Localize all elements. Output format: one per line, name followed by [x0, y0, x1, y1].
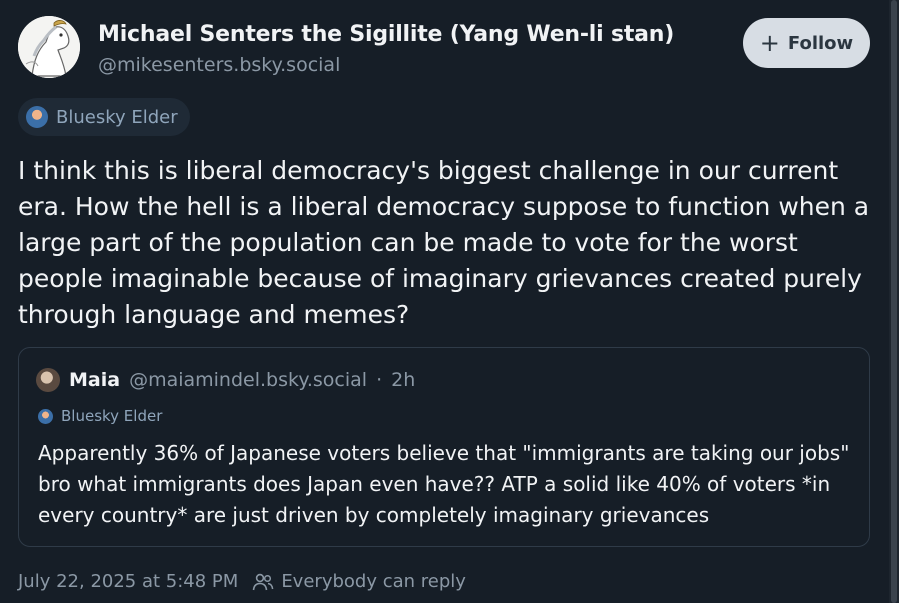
quoted-post-text: Apparently 36% of Japanese voters believ…	[38, 441, 850, 527]
quoted-post-separator: ·	[376, 369, 383, 391]
scrollbar-thumb[interactable]	[891, 0, 897, 603]
author-badge[interactable]: Bluesky Elder	[18, 98, 190, 136]
post-footer: July 22, 2025 at 5:48 PM Everybody can r…	[18, 571, 466, 592]
author-badge-label: Bluesky Elder	[56, 106, 178, 128]
quoted-author-handle[interactable]: @maiamindel.bsky.social	[129, 369, 367, 391]
plus-icon: +	[759, 29, 780, 57]
author-handle[interactable]: @mikesenters.bsky.social	[98, 54, 340, 76]
author-avatar[interactable]	[18, 16, 80, 78]
post-text: I think this is liberal democracy's bigg…	[18, 156, 870, 329]
quoted-author-badge-label: Bluesky Elder	[61, 407, 163, 425]
reply-setting[interactable]: Everybody can reply	[252, 571, 466, 592]
author-display-name[interactable]: Michael Senters the Sigillite (Yang Wen-…	[98, 22, 674, 47]
follow-button[interactable]: + Follow	[743, 18, 870, 68]
reply-setting-label: Everybody can reply	[281, 571, 466, 592]
elder-badge-icon	[38, 408, 53, 424]
post-timestamp[interactable]: July 22, 2025 at 5:48 PM	[18, 571, 238, 592]
quoted-author-badge[interactable]: Bluesky Elder	[38, 407, 162, 425]
quoted-post[interactable]: Maia @maiamindel.bsky.social · 2h Bluesk…	[18, 347, 870, 547]
quoted-post-age[interactable]: 2h	[391, 369, 415, 391]
people-icon	[253, 573, 274, 590]
quoted-author-avatar[interactable]	[36, 368, 60, 392]
post: Michael Senters the Sigillite (Yang Wen-…	[18, 16, 870, 592]
follow-button-label: Follow	[787, 32, 854, 54]
post-header: Michael Senters the Sigillite (Yang Wen-…	[18, 16, 870, 82]
quoted-post-header: Maia @maiamindel.bsky.social · 2h	[36, 368, 415, 392]
scrollbar-track[interactable]	[889, 0, 899, 603]
quoted-author-name[interactable]: Maia	[69, 369, 120, 391]
horse-avatar-icon	[18, 16, 80, 78]
elder-badge-icon	[26, 106, 48, 128]
